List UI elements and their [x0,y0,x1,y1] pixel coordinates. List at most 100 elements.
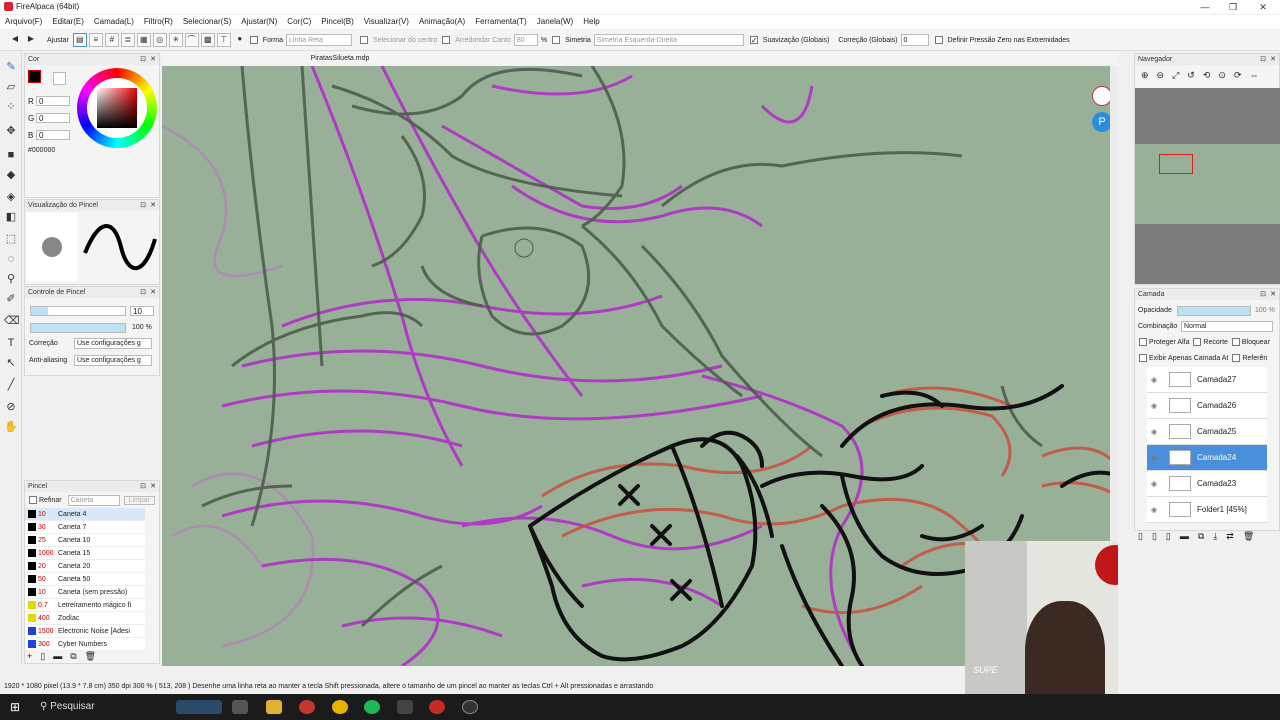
pin-icon[interactable]: ⊡ [1260,289,1266,300]
layer-row[interactable]: ◉ Camada26 [1147,393,1267,419]
menu-filter[interactable]: Filtro(R) [139,15,178,29]
close-icon[interactable]: ✕ [150,54,156,65]
select-pen-tool-icon[interactable]: ✐ [4,292,18,306]
folder-icon[interactable]: ▬ [53,651,62,662]
windows-start-icon[interactable]: ⊞ [10,700,20,714]
blend-mode-select[interactable]: Normal [1181,321,1273,332]
divide-tool-icon[interactable]: ╱ [4,378,18,392]
menu-tool[interactable]: Ferramenta(T) [470,15,532,29]
background-color-swatch[interactable] [53,72,66,85]
menu-adjust[interactable]: Ajustar(N) [236,15,282,29]
menu-help[interactable]: Help [578,15,604,29]
eye-icon[interactable]: ◉ [1151,454,1161,462]
eye-icon[interactable]: ◉ [1151,428,1161,436]
symmetry-checkbox[interactable] [552,36,561,44]
clear-filter-button[interactable]: Limpar [123,495,155,505]
operation-tool-icon[interactable]: ↖ [4,356,18,370]
move-tool-icon[interactable]: ✥ [4,124,18,138]
new-folder-icon[interactable]: ▬ [1180,531,1189,542]
navigator-preview[interactable] [1135,88,1280,284]
rotate-reset-icon[interactable]: ⊙ [1218,70,1226,81]
hatch-mode-icon[interactable]: ≣ [120,33,135,47]
close-icon[interactable]: ✕ [150,287,156,298]
color-wheel[interactable] [77,68,157,148]
task-view-icon[interactable] [232,700,248,714]
round-corner-checkbox[interactable] [442,36,451,44]
new-layer-icon[interactable]: ▯ [1138,531,1143,542]
pin-icon[interactable]: ⊡ [140,200,146,211]
reference-checkbox[interactable] [1232,354,1241,362]
radial-mode-icon[interactable]: ✳ [168,33,183,47]
brush-list-item[interactable]: 25 Caneta 10 [25,534,145,547]
brush-size-slider[interactable] [30,306,126,316]
antialias-select[interactable]: Use configurações g [74,355,152,366]
pin-icon[interactable]: ⊡ [140,481,146,492]
select-center-checkbox[interactable] [360,36,369,44]
dot-icon[interactable]: ● [233,33,247,47]
forward-arrow-icon[interactable]: ▶ [24,33,38,47]
brush-list-item[interactable]: 400 Zodíac [25,612,145,625]
menu-brush[interactable]: Pincel(B) [316,15,358,29]
grid-mode-icon[interactable]: # [104,33,119,47]
correction-select[interactable]: 0 [900,34,929,46]
bucket-tool-icon[interactable]: ◆ [4,168,18,182]
brush-list-item[interactable]: 30 Caneta 7 [25,521,145,534]
brush-list-item[interactable]: 10 Caneta 4 [25,508,145,521]
brush-list-item[interactable]: 1000 Caneta 15 [25,547,145,560]
eye-icon[interactable]: ◉ [1151,402,1161,410]
fill-rect-tool-icon[interactable]: ■ [4,148,18,162]
close-icon[interactable]: ✕ [150,200,156,211]
foreground-color-swatch[interactable] [28,70,41,83]
dot-tool-icon[interactable]: ⁘ [4,100,18,114]
brush-list-item[interactable]: 300 Cyber Numbers [25,638,145,651]
transfer-icon[interactable]: ⇄ [1226,531,1234,542]
eyedropper-tool-icon[interactable]: ⊘ [4,400,18,414]
menu-view[interactable]: Visualizar(V) [359,15,414,29]
close-icon[interactable]: ✕ [1270,54,1276,65]
hand-tool-icon[interactable]: ✋ [4,420,18,434]
document-tab[interactable]: PiratasSilueta.mdp [311,55,370,62]
chrome-icon[interactable] [332,700,348,714]
pin-icon[interactable]: ⊡ [140,287,146,298]
taskbar-search[interactable]: ⚲ Pesquisar [34,694,169,720]
curve-mode-icon[interactable]: ⌒ [184,33,199,47]
eraser-tool-icon[interactable]: ▱ [4,80,18,94]
brush-list-item[interactable]: 20 Caneta 20 [25,560,145,573]
adjust-label[interactable]: Ajustar [47,37,69,44]
shape-select[interactable]: Linha Reta [286,34,353,46]
pin-icon[interactable]: ⊡ [140,54,146,65]
zoom-out-icon[interactable]: ⊖ [1157,70,1165,81]
grid2-mode-icon[interactable]: ▩ [200,33,215,47]
layer-row[interactable]: ◉ Camada27 [1147,367,1267,393]
magic-wand-tool-icon[interactable]: ⚲ [4,272,18,286]
new-8bit-layer-icon[interactable]: ▯ [1152,531,1157,542]
menu-window[interactable]: Janela(W) [532,15,578,29]
brush-list-item[interactable]: 1500 Electronic Noise [Adesi [25,625,145,638]
round-corner-input[interactable]: 80 [513,34,538,46]
duplicate-layer-icon[interactable]: ⧉ [1198,531,1204,542]
fill-tool-icon[interactable]: ◈ [4,190,18,204]
media-icon[interactable] [397,700,413,714]
brush-list-item[interactable]: 0.7 Letreiramento mágico fi [25,599,145,612]
app-red-icon[interactable] [299,700,315,714]
freehand-mode-icon[interactable]: ▤ [72,33,87,47]
rotate-right-icon[interactable]: ⟳ [1234,70,1242,81]
search-highlight-icon[interactable] [176,700,222,714]
snap-mode-icon[interactable]: ⊤ [216,33,231,47]
brush-tool-icon[interactable]: ✎ [4,60,18,74]
layer-row[interactable]: ◉ Camada23 [1147,471,1267,497]
spotify-icon[interactable] [364,700,380,714]
duplicate-icon[interactable]: ⧉ [70,651,76,662]
text-tool-icon[interactable]: T [4,336,18,350]
menu-select[interactable]: Selecionar(S) [178,15,236,29]
pressure-checkbox[interactable] [934,36,943,44]
menu-animation[interactable]: Animação(A) [414,15,470,29]
menu-color[interactable]: Cor(C) [282,15,316,29]
layer-row[interactable]: ◉ Camada25 [1147,419,1267,445]
obs-icon[interactable] [462,700,478,714]
pin-icon[interactable]: ⊡ [1260,54,1266,65]
new-1bit-layer-icon[interactable]: ▯ [1166,531,1171,542]
menu-file[interactable]: Arquivo(F) [0,15,47,29]
r-input[interactable]: 0 [36,96,70,106]
add-brush-icon[interactable]: + [27,651,32,662]
